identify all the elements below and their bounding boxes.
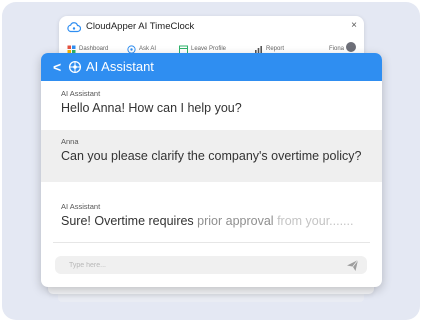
close-icon[interactable]: × (351, 20, 357, 31)
chat-message: AI Assistant Hello Anna! How can I help … (41, 83, 382, 129)
nav-label-ask-ai: Ask AI (139, 46, 157, 52)
avatar[interactable] (346, 42, 356, 52)
ai-brain-icon (68, 60, 82, 74)
message-text: Sure! Overtime requires prior approval f… (61, 214, 382, 229)
chat-message: Anna Can you please clarify the company'… (41, 130, 382, 182)
back-icon[interactable]: < (53, 58, 61, 76)
nav-label-dashboard: Dashboard (79, 46, 109, 52)
chat-message: AI Assistant Sure! Overtime requires pri… (41, 182, 382, 242)
panel-header: < AI Assistant (41, 53, 382, 81)
message-input[interactable] (69, 258, 329, 272)
nav-label-report: Report (266, 46, 285, 52)
send-icon[interactable] (346, 259, 359, 272)
message-text-part: from your....... (273, 214, 354, 228)
app-titlebar: CloudApper AI TimeClock × (59, 16, 364, 38)
message-input-container (55, 256, 367, 274)
message-sender: AI Assistant (61, 202, 101, 211)
app-title: CloudApper AI TimeClock (86, 21, 195, 32)
message-text-part: prior approval (193, 214, 274, 228)
message-text: Can you please clarify the company's ove… (61, 149, 362, 163)
cloud-brain-icon (67, 22, 81, 33)
message-text: Hello Anna! How can I help you? (61, 101, 242, 115)
nav-label-leave-profile: Leave Profile (191, 46, 227, 52)
divider (53, 242, 370, 243)
ai-assistant-panel: < AI Assistant AI Assistant Hello Anna! … (41, 53, 382, 287)
panel-title: AI Assistant (86, 59, 154, 74)
message-sender: Anna (61, 137, 79, 146)
user-name-label: Fiona (329, 46, 345, 52)
message-text-part: Sure! Overtime requires (61, 214, 194, 228)
message-sender: AI Assistant (61, 89, 101, 98)
